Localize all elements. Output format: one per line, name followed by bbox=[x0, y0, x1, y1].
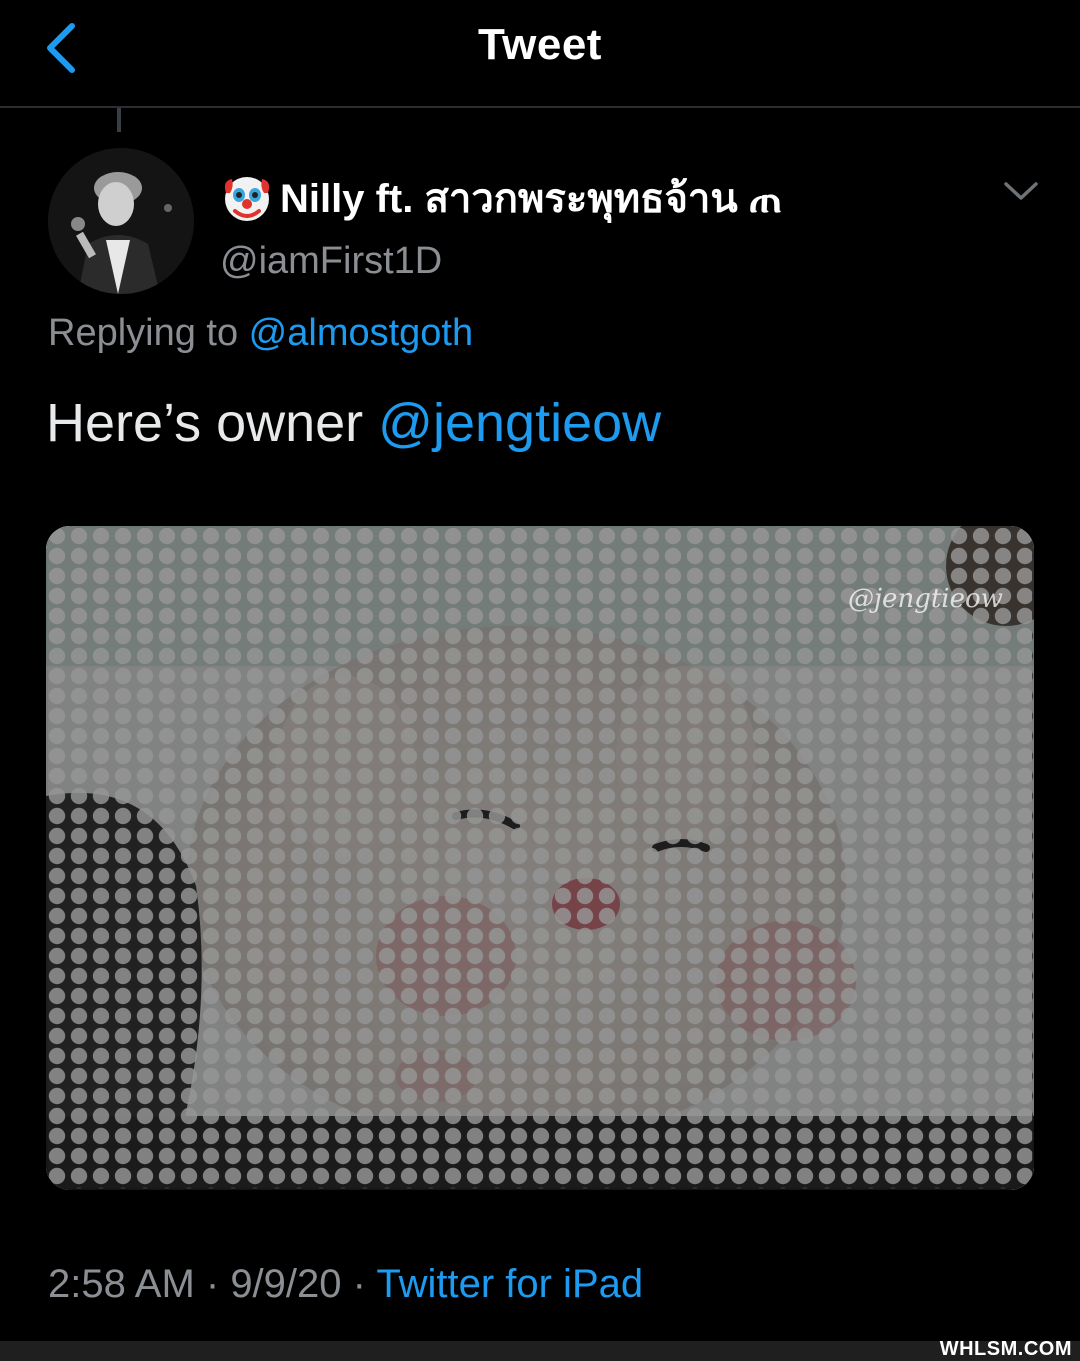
avatar[interactable] bbox=[48, 148, 194, 294]
tweet-mention-link[interactable]: @jengtieow bbox=[378, 393, 661, 453]
clown-face-icon bbox=[224, 177, 270, 221]
tweet-detail-screen: Tweet Nilly ft. สาวกพระพุทธจ้าน ጠ @iamFi… bbox=[0, 0, 1080, 1361]
chevron-down-icon bbox=[1004, 182, 1038, 200]
page-title: Tweet bbox=[478, 20, 602, 69]
tweet-photo[interactable]: @jengtieow bbox=[46, 526, 1034, 1190]
avatar-photo bbox=[48, 148, 194, 294]
display-name[interactable]: Nilly ft. สาวกพระพุทธจ้าน ጠ bbox=[220, 166, 960, 230]
display-name-text: Nilly ft. สาวกพระพุทธจ้าน ጠ bbox=[280, 177, 783, 221]
site-watermark: WHLSM.COM bbox=[939, 1338, 1072, 1360]
author-block: Nilly ft. สาวกพระพุทธจ้าน ጠ @iamFirst1D bbox=[220, 166, 960, 283]
replying-to: Replying to @almostgoth bbox=[48, 312, 473, 355]
thread-connector-line bbox=[117, 108, 121, 132]
tweet-date: 9/9/20 bbox=[230, 1262, 342, 1306]
user-handle[interactable]: @iamFirst1D bbox=[220, 240, 960, 283]
tweet-source-link[interactable]: Twitter for iPad bbox=[376, 1262, 643, 1306]
separator-dot: · bbox=[341, 1262, 377, 1306]
tweet-time: 2:58 AM bbox=[48, 1262, 195, 1306]
replying-to-label: Replying to bbox=[48, 312, 249, 354]
cat-behind-mesh-photo bbox=[46, 526, 1034, 1190]
separator-dot: · bbox=[194, 1262, 231, 1306]
top-nav-bar: Tweet bbox=[0, 0, 1080, 108]
photo-watermark: @jengtieow bbox=[848, 584, 1003, 614]
tweet-text: Here’s owner @jengtieow bbox=[46, 392, 661, 454]
more-options-button[interactable] bbox=[996, 172, 1046, 212]
tweet-text-body: Here’s owner bbox=[46, 393, 379, 453]
bottom-bar bbox=[0, 1341, 1080, 1361]
tweet-metadata: 2:58 AM · 9/9/20 · Twitter for iPad bbox=[48, 1262, 643, 1307]
reply-mention-link[interactable]: @almostgoth bbox=[249, 312, 473, 354]
